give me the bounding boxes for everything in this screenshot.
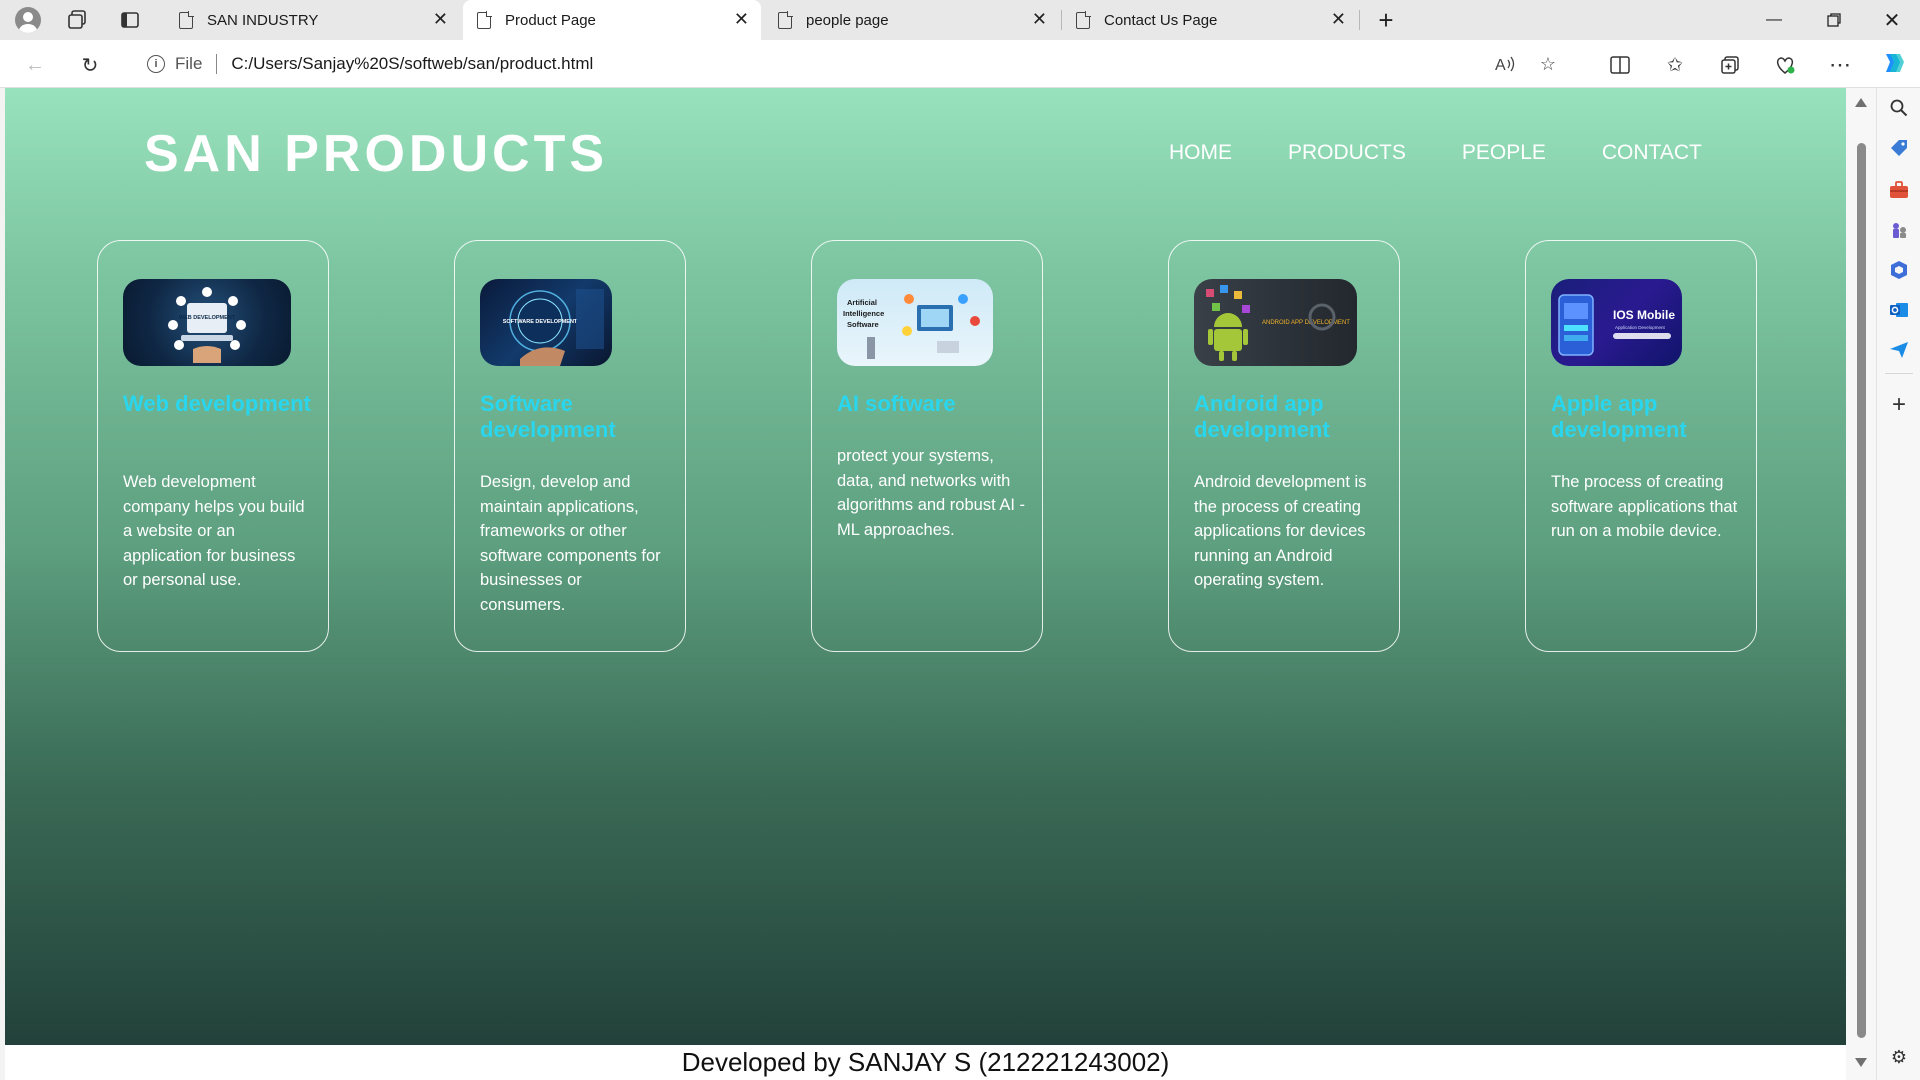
document-icon — [477, 10, 492, 29]
ai-software-image: Artificial Intelligence Software — [837, 279, 993, 366]
url-text[interactable]: C:/Users/Sanjay%20S/softweb/san/product.… — [231, 54, 593, 74]
product-card-android-app-development: ANDROID APP DEVELOPMENT Android app deve… — [1168, 240, 1400, 652]
card-description: Design, develop and maintain application… — [480, 473, 661, 614]
card-description: The process of creating software applica… — [1551, 473, 1738, 540]
address-bar[interactable]: i File C:/Users/Sanjay%20S/softweb/san/p… — [125, 46, 1580, 82]
card-title: Software development — [480, 391, 616, 442]
send-icon[interactable] — [1887, 338, 1911, 362]
apple-app-development-image: IOS Mobile Application Development — [1551, 279, 1682, 366]
close-window-icon[interactable]: ✕ — [1864, 0, 1920, 40]
tab-people-page[interactable]: people page ✕ — [764, 0, 1059, 40]
apple-app-development-image-sublabel: Application Development — [1615, 325, 1666, 330]
copilot-icon[interactable] — [1878, 48, 1908, 78]
close-tab-icon[interactable]: ✕ — [1032, 9, 1047, 30]
card-title: AI software — [837, 391, 956, 416]
microsoft-365-icon[interactable] — [1887, 258, 1911, 282]
address-separator — [216, 54, 218, 74]
tab-san-industry[interactable]: SAN INDUSTRY ✕ — [165, 0, 460, 40]
outlook-icon[interactable] — [1887, 298, 1911, 322]
tab-title: SAN INDUSTRY — [207, 11, 319, 29]
site-brand-title: SAN PRODUCTS — [144, 125, 609, 183]
scheme-label: File — [175, 54, 203, 73]
sidebar-settings-gear-icon[interactable]: ⚙ — [1887, 1045, 1911, 1069]
product-card-software-development: SOFTWARE DEVELOPMENT Software developmen… — [454, 240, 686, 652]
scroll-up-arrow-icon[interactable] — [1855, 98, 1867, 107]
more-options-icon[interactable]: ⋯ — [1825, 50, 1855, 80]
card-title: Apple app development — [1551, 391, 1687, 442]
scrollbar-thumb[interactable] — [1857, 143, 1866, 1038]
close-tab-icon[interactable]: ✕ — [433, 9, 448, 30]
split-screen-icon[interactable] — [1605, 50, 1635, 80]
browser-titlebar: SAN INDUSTRY ✕ Product Page ✕ people pag… — [0, 0, 1920, 40]
info-icon[interactable]: i — [147, 55, 165, 73]
products-section: SAN PRODUCTS HOME PRODUCTS PEOPLE CONTAC… — [5, 88, 1846, 1045]
site-nav: HOME PRODUCTS PEOPLE CONTACT — [1169, 141, 1758, 165]
collections-icon[interactable] — [1715, 50, 1745, 80]
browser-essentials-icon[interactable] — [1770, 50, 1800, 80]
tools-icon[interactable] — [1887, 178, 1911, 202]
restore-icon[interactable] — [1806, 0, 1862, 40]
page-viewport: SAN PRODUCTS HOME PRODUCTS PEOPLE CONTAC… — [5, 88, 1846, 1080]
android-app-development-image-label: ANDROID APP DEVELOPMENT — [1262, 320, 1350, 326]
document-icon — [1076, 10, 1091, 29]
nav-link-products[interactable]: PRODUCTS — [1288, 141, 1406, 165]
edge-sidebar: + ⚙ — [1876, 88, 1920, 1080]
nav-link-home[interactable]: HOME — [1169, 141, 1232, 165]
favorites-icon[interactable]: ✩ — [1660, 50, 1690, 80]
sidebar-separator — [1885, 373, 1913, 374]
close-tab-icon[interactable]: ✕ — [734, 9, 749, 30]
card-description: Web development company helps you build … — [123, 473, 305, 589]
document-icon — [179, 10, 194, 29]
tab-actions-icon[interactable] — [116, 6, 144, 34]
card-description: protect your systems, data, and networks… — [837, 447, 1026, 539]
tab-product-page[interactable]: Product Page ✕ — [463, 0, 761, 40]
card-description: Android development is the process of cr… — [1194, 473, 1367, 589]
nav-link-contact[interactable]: CONTACT — [1602, 141, 1702, 165]
product-card-web-development: WEB DEVELOPMENT Web development Web deve… — [97, 240, 329, 652]
document-icon — [778, 10, 793, 29]
software-development-image: SOFTWARE DEVELOPMENT — [480, 279, 612, 366]
read-aloud-icon[interactable]: A — [1492, 51, 1518, 77]
tab-contact-us-page[interactable]: Contact Us Page ✕ — [1062, 0, 1358, 40]
games-icon[interactable] — [1887, 218, 1911, 242]
refresh-icon[interactable]: ↻ — [75, 50, 105, 80]
favorite-star-icon[interactable]: ☆ — [1535, 51, 1561, 77]
add-sidebar-app-plus-icon[interactable]: + — [1887, 391, 1911, 418]
tab-title: Product Page — [505, 11, 596, 29]
back-arrow-icon[interactable]: ← — [20, 50, 50, 80]
software-development-image-label: SOFTWARE DEVELOPMENT — [503, 319, 578, 325]
minimize-icon[interactable]: — — [1746, 0, 1802, 40]
product-card-apple-app-development: IOS Mobile Application Development Apple… — [1525, 240, 1757, 652]
web-development-image: WEB DEVELOPMENT — [123, 279, 291, 366]
nav-link-people[interactable]: PEOPLE — [1462, 141, 1546, 165]
web-development-image-label: WEB DEVELOPMENT — [179, 315, 236, 321]
new-tab-plus-icon[interactable]: + — [1372, 5, 1400, 35]
card-title: Android app development — [1194, 391, 1330, 442]
ai-software-image-label: Artificial Intelligence Software — [843, 298, 884, 329]
profile-icon[interactable] — [14, 6, 42, 34]
android-app-development-image: ANDROID APP DEVELOPMENT — [1194, 279, 1357, 366]
product-card-ai-software: Artificial Intelligence Software AI softwa… — [811, 240, 1043, 652]
close-tab-icon[interactable]: ✕ — [1331, 9, 1346, 30]
shopping-tag-icon[interactable] — [1887, 136, 1911, 160]
page-scrollbar[interactable] — [1846, 88, 1876, 1080]
apple-app-development-image-label: IOS Mobile — [1613, 308, 1675, 322]
tab-title: Contact Us Page — [1104, 11, 1218, 29]
tab-title: people page — [806, 11, 889, 29]
scroll-down-arrow-icon[interactable] — [1855, 1058, 1867, 1067]
tab-separator — [1359, 10, 1360, 30]
workspaces-icon[interactable] — [63, 6, 91, 34]
browser-toolbar: ← ↻ i File C:/Users/Sanjay%20S/softweb/s… — [0, 40, 1920, 88]
card-title: Web development — [123, 391, 311, 416]
page-footer: Developed by SANJAY S (212221243002) — [5, 1045, 1846, 1080]
search-icon[interactable] — [1887, 96, 1911, 120]
svg-text:A: A — [1495, 57, 1506, 74]
